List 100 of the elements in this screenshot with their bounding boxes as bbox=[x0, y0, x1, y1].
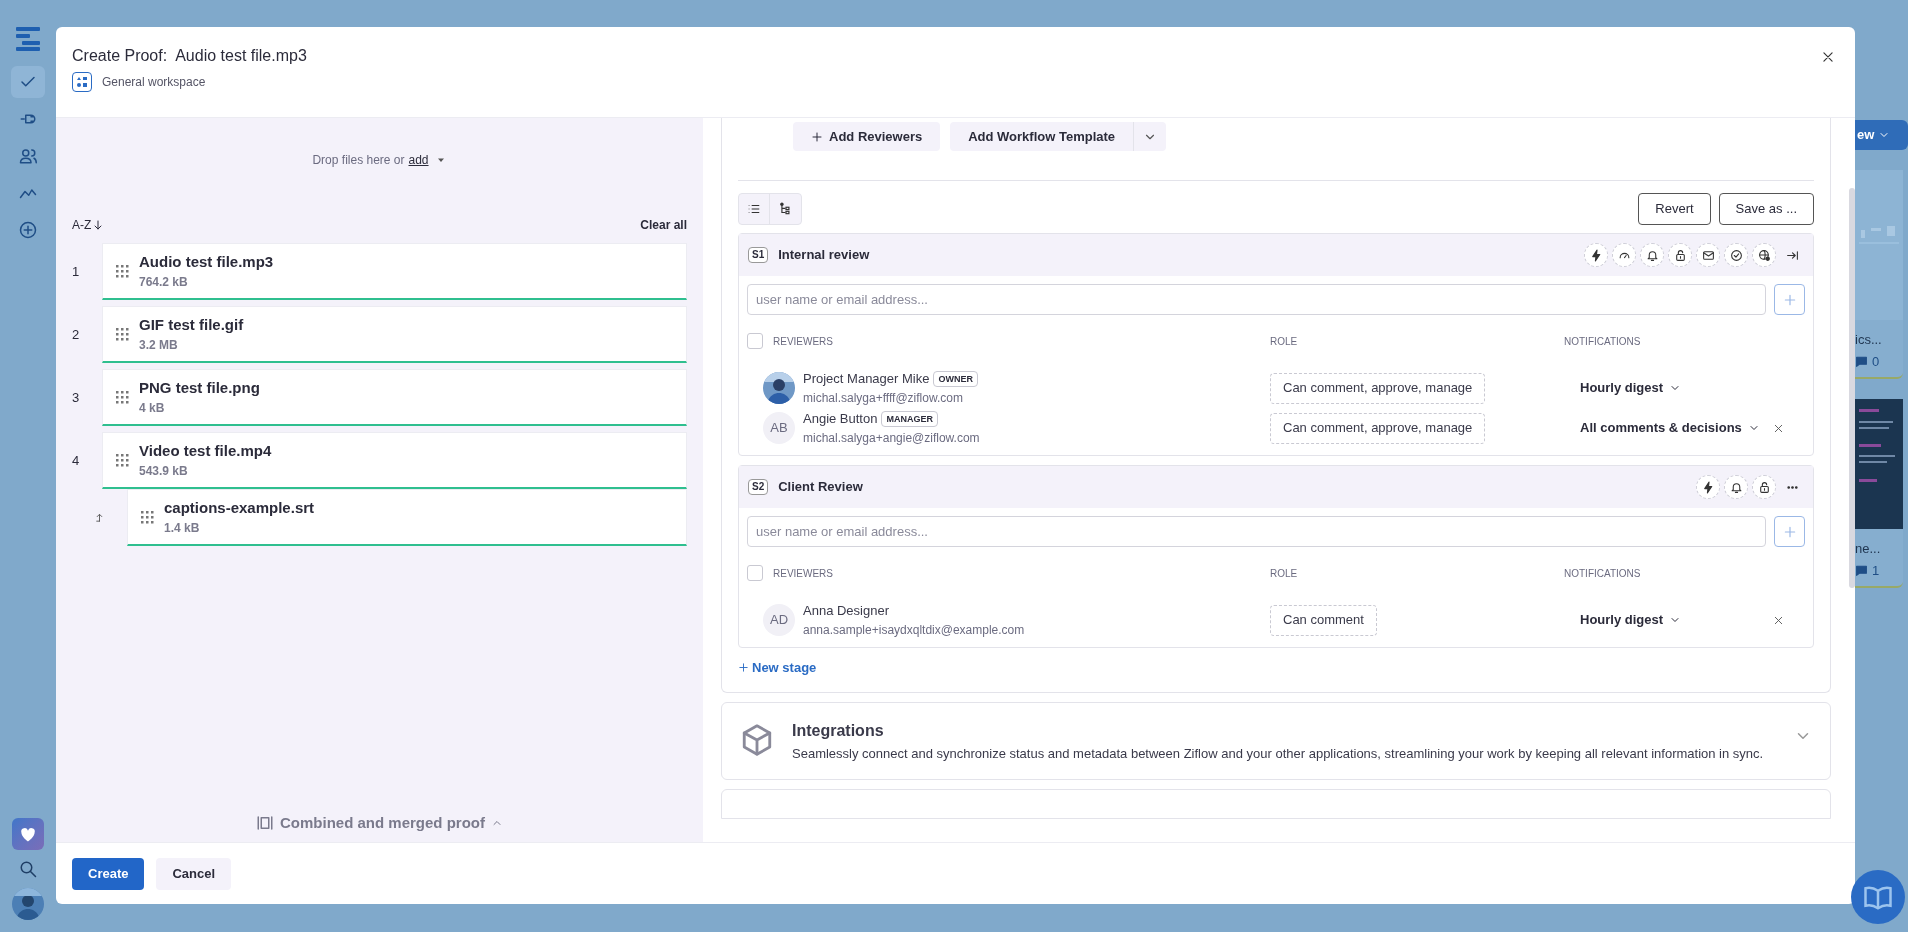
remove-icon[interactable] bbox=[1773, 422, 1784, 434]
reviewer-email: michal.salyga+ffff@ziflow.com bbox=[803, 389, 964, 407]
view-button[interactable]: ew bbox=[1855, 120, 1908, 150]
child-file-icon bbox=[94, 512, 105, 523]
bolt-icon[interactable] bbox=[1696, 475, 1720, 499]
save-as-button[interactable]: Save as ... bbox=[1718, 193, 1814, 225]
role-tag: OWNER bbox=[933, 371, 978, 387]
new-stage-button[interactable]: New stage bbox=[738, 658, 817, 678]
section-title: Integrations bbox=[792, 720, 885, 741]
file-card[interactable]: captions-example.srt 1.4 kB bbox=[127, 489, 687, 546]
file-size: 1.4 kB bbox=[164, 520, 201, 538]
row-number: 2 bbox=[72, 325, 81, 344]
file-card[interactable]: GIF test file.gif 3.2 MB bbox=[102, 306, 687, 363]
globe-icon[interactable] bbox=[1752, 243, 1776, 267]
file-size: 4 kB bbox=[139, 400, 166, 418]
comment-count: 0 bbox=[1872, 352, 1880, 371]
merge-icon bbox=[256, 813, 274, 832]
role-dropdown[interactable]: Can comment, approve, manage bbox=[1270, 412, 1486, 444]
column-header: NOTIFICATIONS bbox=[1564, 566, 1641, 581]
sort-button[interactable]: A-Z bbox=[72, 216, 105, 234]
bell-icon[interactable] bbox=[1724, 475, 1748, 499]
integrations-card[interactable]: Integrations Seamlessly connect and synchronize status and metadata between Ziflow and your other applications, streamlining your work by keeping all relevant information in sync. bbox=[721, 701, 1831, 780]
search-icon[interactable] bbox=[19, 860, 37, 878]
column-header: ROLE bbox=[1270, 566, 1298, 581]
create-button[interactable]: Create bbox=[72, 857, 145, 890]
plus-icon bbox=[811, 130, 823, 143]
reviewer-email: anna.sample+isaydxqltdix@example.com bbox=[803, 621, 1025, 639]
stage-title: Client Review bbox=[778, 478, 864, 497]
avatar: AD bbox=[763, 604, 795, 636]
notifications-dropdown[interactable]: All comments & decisions bbox=[1564, 418, 1760, 438]
lock-icon[interactable] bbox=[1668, 243, 1692, 267]
column-header: REVIEWERS bbox=[773, 334, 833, 349]
role-dropdown[interactable]: Can comment, approve, manage bbox=[1270, 372, 1486, 404]
clear-all-button[interactable]: Clear all bbox=[640, 216, 687, 234]
file-name: Audio test file.mp3 bbox=[139, 251, 274, 272]
checkbox[interactable] bbox=[747, 333, 763, 349]
file-name: Video test file.mp4 bbox=[139, 440, 272, 461]
card-title: ne... bbox=[1855, 540, 1882, 558]
comment-count: 1 bbox=[1872, 561, 1880, 580]
drag-handle-icon[interactable] bbox=[115, 390, 129, 404]
drag-handle-icon[interactable] bbox=[115, 453, 129, 467]
reviewer-email: michal.salyga+angie@ziflow.com bbox=[803, 429, 980, 447]
workspace-name: General workspace bbox=[102, 74, 206, 91]
file-name: captions-example.srt bbox=[164, 497, 315, 518]
bolt-icon[interactable] bbox=[1584, 243, 1608, 267]
mail-icon[interactable] bbox=[1696, 243, 1720, 267]
drop-files-text: Drop files here or bbox=[312, 152, 405, 169]
check-icon[interactable] bbox=[11, 66, 45, 98]
revert-button[interactable]: Revert bbox=[1638, 193, 1711, 225]
file-size: 3.2 MB bbox=[139, 337, 179, 355]
logo-drawing bbox=[14, 26, 42, 52]
file-card[interactable]: Video test file.mp4 543.9 kB bbox=[102, 432, 687, 489]
close-icon[interactable] bbox=[1821, 50, 1835, 64]
drag-handle-icon[interactable] bbox=[115, 327, 129, 341]
cube-icon bbox=[740, 722, 774, 757]
plus-icon bbox=[738, 662, 749, 674]
column-header: REVIEWERS bbox=[773, 566, 833, 581]
user-search-field[interactable]: user name or email address... bbox=[747, 516, 1766, 547]
file-card[interactable]: Audio test file.mp3 764.2 kB bbox=[102, 243, 687, 300]
column-header: ROLE bbox=[1270, 334, 1298, 349]
cancel-button[interactable]: Cancel bbox=[156, 857, 232, 890]
card-title: ics... bbox=[1855, 331, 1883, 349]
section-description: Seamlessly connect and synchronize status and metadata between Ziflow and your other applications, streamlining your work by keeping all relevant information in sync. bbox=[792, 744, 1765, 763]
add-reviewers-button[interactable]: Add Reviewers bbox=[793, 122, 941, 151]
lock-icon[interactable] bbox=[1752, 475, 1776, 499]
plus-icon bbox=[1782, 524, 1797, 539]
combined-proof-button[interactable]: Combined and merged proof bbox=[256, 811, 503, 834]
scrollbar[interactable] bbox=[1849, 188, 1855, 588]
stage-badge: S1 bbox=[748, 247, 769, 263]
bell-icon[interactable] bbox=[1640, 243, 1664, 267]
reviewer-name: Angie Button bbox=[803, 410, 878, 429]
file-card[interactable]: PNG test file.png 4 kB bbox=[102, 369, 687, 426]
remove-icon[interactable] bbox=[1773, 614, 1784, 626]
avatar: AB bbox=[763, 412, 795, 444]
file-name: PNG test file.png bbox=[139, 377, 260, 398]
plus-icon bbox=[1782, 292, 1797, 307]
user-search-field[interactable]: user name or email address... bbox=[747, 284, 1766, 315]
workspace-icon bbox=[72, 72, 92, 92]
drag-handle-icon[interactable] bbox=[115, 264, 129, 278]
role-tag: MANAGER bbox=[881, 411, 938, 427]
file-name: GIF test file.gif bbox=[139, 314, 244, 335]
drag-handle-icon[interactable] bbox=[140, 510, 154, 524]
help-book-icon[interactable] bbox=[1851, 870, 1905, 924]
file-size: 543.9 kB bbox=[139, 463, 189, 481]
row-number: 4 bbox=[72, 451, 81, 470]
role-dropdown[interactable]: Can comment bbox=[1270, 604, 1377, 636]
reviewer-name: Project Manager Mike bbox=[803, 370, 930, 389]
file-size: 764.2 kB bbox=[139, 274, 189, 292]
row-number: 3 bbox=[72, 388, 81, 407]
stage-title: Internal review bbox=[778, 246, 871, 265]
stage-badge: S2 bbox=[748, 479, 769, 495]
add-link[interactable]: add bbox=[408, 151, 429, 169]
row-number: 1 bbox=[72, 262, 81, 281]
checkbox[interactable] bbox=[747, 565, 763, 581]
notifications-dropdown[interactable]: Hourly digest bbox=[1564, 610, 1682, 630]
gauge-icon[interactable] bbox=[1612, 243, 1636, 267]
notifications-dropdown[interactable]: Hourly digest bbox=[1564, 378, 1682, 398]
column-header: NOTIFICATIONS bbox=[1564, 334, 1641, 349]
dialog-title: Create Proof: Audio test file.mp3 bbox=[72, 46, 308, 66]
reviewer-name: Anna Designer bbox=[803, 602, 889, 621]
